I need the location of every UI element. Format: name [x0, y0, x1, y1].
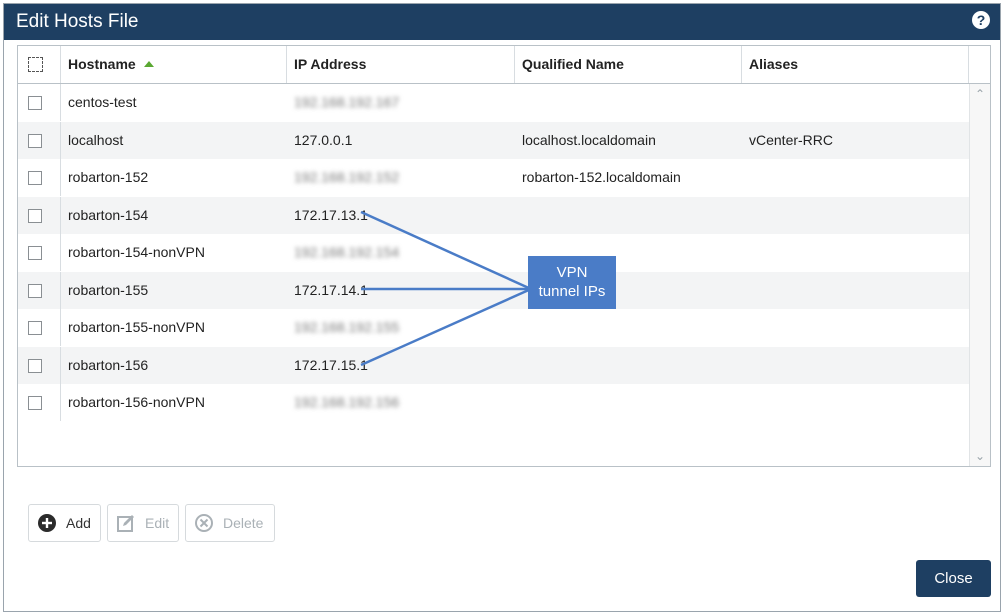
edit-icon [117, 515, 134, 532]
aliases-cell: vCenter-RRC [749, 131, 834, 148]
row-checkbox[interactable] [28, 171, 42, 185]
qualified-name-cell: localhost.localdomain [522, 131, 656, 148]
dialog-titlebar: Edit Hosts File ? [4, 4, 1000, 40]
edit-button-label: Edit [145, 515, 170, 531]
plus-circle-icon [38, 514, 56, 532]
table-row[interactable]: robarton-155-nonVPN 192.168.192.155 [18, 309, 970, 346]
ip-address-cell: 192.168.192.167 [294, 94, 400, 110]
hostname-cell: robarton-156 [68, 356, 149, 373]
hostname-cell: robarton-154-nonVPN [68, 244, 205, 260]
edit-button[interactable]: Edit [107, 504, 179, 542]
ip-address-cell: 192.168.192.155 [294, 319, 400, 335]
column-header-label: Hostname [68, 56, 136, 72]
row-checkbox[interactable] [28, 321, 42, 335]
row-divider [60, 84, 61, 121]
close-button[interactable]: Close [916, 560, 991, 597]
hostname-cell: robarton-155 [68, 281, 149, 298]
column-header-label: IP Address [294, 56, 367, 72]
grid-header: Hostname IP Address Qualified Name Alias… [18, 46, 990, 84]
delete-button-label: Delete [223, 515, 264, 531]
column-header-ip-address[interactable]: IP Address [287, 46, 515, 83]
table-row[interactable]: robarton-152 192.168.192.152 robarton-152.… [18, 159, 970, 196]
select-all-cell [18, 46, 61, 83]
row-checkbox[interactable] [28, 246, 42, 260]
ip-address-cell: 192.168.192.156 [294, 394, 400, 410]
table-row[interactable]: robarton-154 172.17.13.1 [18, 196, 970, 234]
qualified-name-cell: robarton-152.localdomain [522, 169, 681, 185]
table-row[interactable]: robarton-156-nonVPN 192.168.192.156 [18, 384, 970, 421]
ip-address-cell: 127.0.0.1 [294, 131, 353, 148]
hostname-cell: robarton-152 [68, 169, 149, 185]
hostname-cell: localhost [68, 131, 124, 148]
row-checkbox[interactable] [28, 358, 42, 373]
vpn-annotation-callout: VPN tunnel IPs [528, 256, 616, 309]
row-checkbox[interactable] [28, 283, 42, 298]
sort-ascending-icon [143, 61, 154, 68]
ip-address-cell: 192.168.192.152 [294, 169, 400, 185]
edit-hosts-dialog: Edit Hosts File ? Hostname IP Address Qu… [3, 3, 1001, 612]
column-header-hostname[interactable]: Hostname [61, 46, 287, 83]
ip-address-cell: 172.17.14.1 [294, 281, 368, 298]
x-circle-icon [195, 514, 213, 532]
row-divider [60, 271, 61, 309]
row-divider [60, 384, 61, 421]
table-row[interactable]: centos-test 192.168.192.167 [18, 84, 970, 121]
delete-button[interactable]: Delete [185, 504, 275, 542]
row-checkbox[interactable] [28, 133, 42, 148]
row-checkbox[interactable] [28, 208, 42, 223]
scroll-up-icon[interactable]: ⌃ [973, 88, 987, 100]
table-row[interactable]: robarton-154-nonVPN 192.168.192.154 [18, 234, 970, 271]
row-divider [60, 234, 61, 271]
hostname-cell: centos-test [68, 94, 137, 110]
select-all-checkbox[interactable] [28, 57, 43, 72]
row-checkbox[interactable] [28, 396, 42, 410]
add-button-label: Add [66, 515, 91, 531]
vertical-scrollbar[interactable]: ⌃ ⌄ [969, 84, 990, 466]
hostname-cell: robarton-155-nonVPN [68, 319, 205, 335]
column-header-label: Qualified Name [522, 56, 624, 72]
hosts-grid: Hostname IP Address Qualified Name Alias… [17, 45, 991, 467]
row-checkbox[interactable] [28, 96, 42, 110]
column-header-qualified-name[interactable]: Qualified Name [515, 46, 742, 83]
help-icon[interactable]: ? [972, 11, 990, 29]
add-button[interactable]: Add [28, 504, 101, 542]
column-header-label: Aliases [749, 56, 799, 72]
ip-address-cell: 172.17.13.1 [294, 206, 368, 223]
row-divider [60, 309, 61, 346]
row-divider [60, 121, 61, 159]
row-divider [60, 159, 61, 196]
ip-address-cell: 172.17.15.1 [294, 356, 368, 373]
ip-address-cell: 192.168.192.154 [294, 244, 400, 260]
hostname-cell: robarton-156-nonVPN [68, 394, 205, 410]
dialog-title: Edit Hosts File [16, 11, 139, 32]
scroll-down-icon[interactable]: ⌄ [973, 450, 987, 462]
row-divider [60, 346, 61, 384]
table-row[interactable]: robarton-156 172.17.15.1 [18, 346, 970, 384]
table-row[interactable]: robarton-155 172.17.14.1 [18, 271, 970, 309]
table-row[interactable]: localhost 127.0.0.1 localhost.localdomain v… [18, 121, 970, 159]
hostname-cell: robarton-154 [68, 206, 149, 223]
row-divider [60, 196, 61, 234]
callout-line-1: VPN [556, 264, 588, 281]
callout-line-2: tunnel IPs [538, 283, 606, 300]
column-header-aliases[interactable]: Aliases [742, 46, 969, 83]
